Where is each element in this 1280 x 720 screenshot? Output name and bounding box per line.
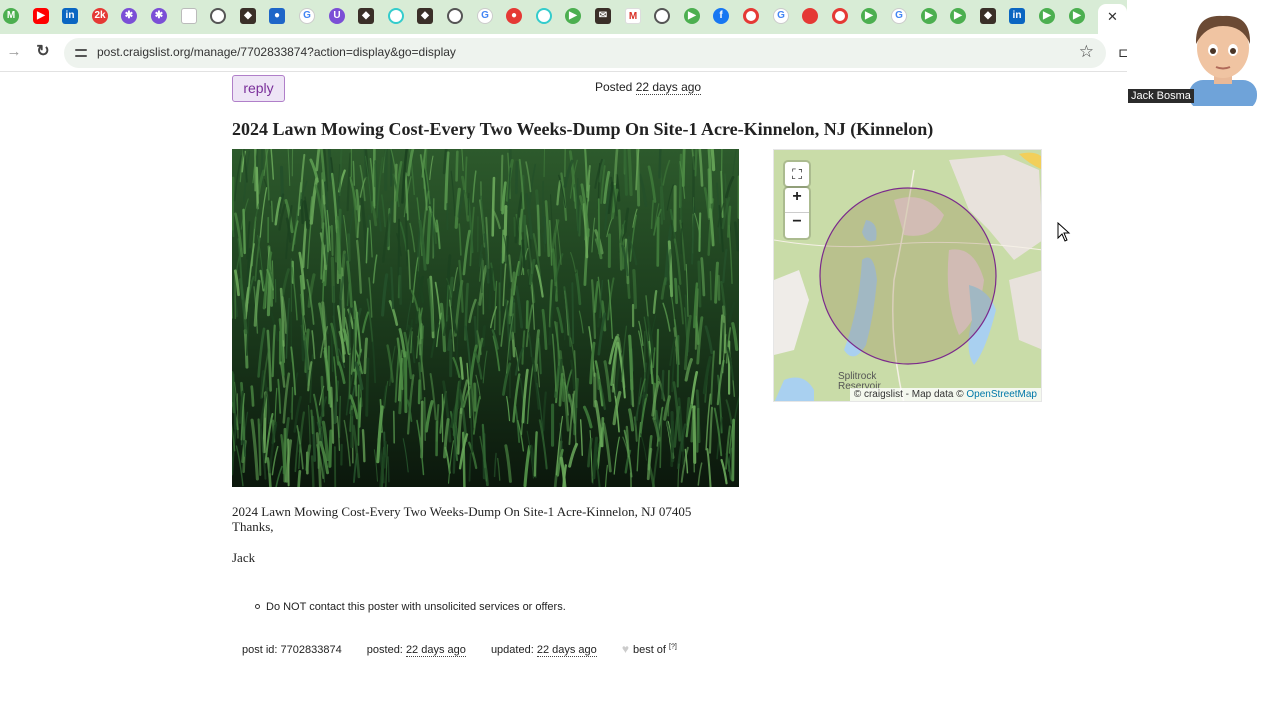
- address-bar[interactable]: post.craigslist.org/manage/7702833874?ac…: [64, 38, 1106, 68]
- dark-app-icon[interactable]: ◆: [980, 8, 996, 24]
- notices-list: Do NOT contact this poster with unsolici…: [255, 601, 566, 613]
- updated-value: 22 days ago: [536, 644, 597, 657]
- teal-icon[interactable]: [536, 8, 552, 24]
- fullscreen-icon[interactable]: ⛶: [785, 162, 809, 186]
- mouse-cursor-icon: [1057, 222, 1071, 242]
- active-tab[interactable]: ✕: [1098, 4, 1127, 34]
- attribution-text: © craigslist - Map data ©: [853, 389, 964, 400]
- webcam-overlay: Jack Bosma: [1127, 0, 1280, 106]
- linkedin-icon[interactable]: in: [1009, 8, 1025, 24]
- forward-arrow-icon[interactable]: →: [4, 42, 24, 62]
- reddit-icon[interactable]: ●: [506, 8, 522, 24]
- best-of-label: best of: [632, 644, 666, 656]
- mail-icon[interactable]: ✉: [595, 8, 611, 24]
- record-icon[interactable]: [832, 8, 848, 24]
- notice-text: Do NOT contact this poster with unsolici…: [266, 601, 566, 613]
- map-zoom-control: + −: [785, 188, 809, 238]
- body-line: 2024 Lawn Mowing Cost-Every Two Weeks-Du…: [232, 504, 692, 519]
- body-line: Thanks,: [232, 519, 274, 534]
- zoom-in-button[interactable]: +: [785, 188, 809, 213]
- posted-info: posted: 22 days ago: [366, 644, 469, 657]
- purple-gear-icon[interactable]: ✱: [121, 8, 137, 24]
- facebook-icon[interactable]: f: [713, 8, 729, 24]
- best-of-link[interactable]: ♥ best of [?]: [621, 642, 677, 656]
- play-icon[interactable]: ▶: [921, 8, 937, 24]
- browser-toolbar: → ↻ post.craigslist.org/manage/770283387…: [0, 34, 1127, 72]
- red-dot-icon[interactable]: [802, 8, 818, 24]
- google-icon[interactable]: G: [891, 8, 907, 24]
- posting-signature: Jack: [232, 550, 256, 565]
- youtube-icon[interactable]: ▶: [33, 8, 49, 24]
- posting-body: 2024 Lawn Mowing Cost-Every Two Weeks-Du…: [232, 504, 691, 534]
- purple-gear-icon[interactable]: ✱: [151, 8, 167, 24]
- avatar: [1189, 15, 1257, 106]
- dark-app-icon[interactable]: ◆: [240, 8, 256, 24]
- bookmark-star-icon[interactable]: ☆: [1079, 42, 1094, 62]
- posted-date: Posted 22 days ago: [595, 80, 702, 95]
- posted-label: posted:: [366, 644, 403, 656]
- grass-photo[interactable]: [232, 149, 739, 487]
- teal-icon[interactable]: [388, 8, 404, 24]
- updated-label: updated:: [490, 644, 534, 656]
- dark-app-icon[interactable]: ◆: [358, 8, 374, 24]
- openai-icon[interactable]: [210, 8, 226, 24]
- post-id: post id: 7702833874: [242, 644, 345, 656]
- google-icon[interactable]: G: [299, 8, 315, 24]
- gmail-icon[interactable]: M: [625, 8, 641, 24]
- play-icon[interactable]: ▶: [684, 8, 700, 24]
- zoom-out-button[interactable]: −: [785, 213, 809, 238]
- posting-title: 2024 Lawn Mowing Cost-Every Two Weeks-Du…: [232, 119, 934, 139]
- post-id-value: 7702833874: [280, 644, 342, 656]
- google-icon[interactable]: G: [477, 8, 493, 24]
- post-info: post id: 7702833874 posted: 22 days ago …: [242, 642, 677, 657]
- play-icon[interactable]: ▶: [950, 8, 966, 24]
- google-icon[interactable]: G: [773, 8, 789, 24]
- globe-icon[interactable]: ◍: [654, 8, 670, 24]
- grass-photo-image: [232, 149, 739, 487]
- posted-value: 22 days ago: [405, 644, 466, 657]
- webcam-name-label: Jack Bosma: [1128, 89, 1194, 103]
- posted-ago: 22 days ago: [635, 80, 702, 95]
- heart-icon: ♥: [621, 642, 629, 656]
- play-icon[interactable]: ▶: [1069, 8, 1085, 24]
- map-tiles: [774, 150, 1041, 401]
- news-icon[interactable]: 2k: [92, 8, 108, 24]
- tab-close-icon[interactable]: ✕: [1107, 9, 1118, 24]
- blank-page-icon[interactable]: [181, 8, 197, 24]
- reply-button[interactable]: reply: [232, 75, 285, 102]
- updated-info: updated: 22 days ago: [490, 644, 600, 657]
- openai-icon[interactable]: [447, 8, 463, 24]
- best-of-help-link[interactable]: [?]: [669, 643, 677, 650]
- blue-circle-icon[interactable]: ●: [269, 8, 285, 24]
- openstreetmap-link[interactable]: OpenStreetMap: [966, 389, 1037, 400]
- site-info-icon[interactable]: [74, 45, 90, 61]
- linkedin-icon[interactable]: in: [62, 8, 78, 24]
- play-icon[interactable]: ▶: [565, 8, 581, 24]
- play-icon[interactable]: ▶: [861, 8, 877, 24]
- medium-icon[interactable]: M: [3, 8, 19, 24]
- location-map[interactable]: Splitrock Reservoir ⛶ + − © craigslist -…: [773, 149, 1042, 402]
- tab-strip: M ▶ in 2k ✱ ✱ ◆ ● G U ◆ ◆ G ● ▶ ✉ M ◍ ▶ f G ▶ G ▶ ▶ ◆ in ▶ ▶: [0, 0, 1127, 34]
- play-icon[interactable]: ▶: [1039, 8, 1055, 24]
- tor-icon[interactable]: U: [329, 8, 345, 24]
- post-id-label: post id:: [242, 644, 278, 656]
- dark-app-icon[interactable]: ◆: [417, 8, 433, 24]
- record-icon[interactable]: [743, 8, 759, 24]
- notice-item: Do NOT contact this poster with unsolici…: [255, 601, 566, 613]
- url-text[interactable]: post.craigslist.org/manage/7702833874?ac…: [97, 45, 456, 59]
- posted-prefix: Posted: [595, 80, 633, 94]
- map-attribution: © craigslist - Map data © OpenStreetMap: [849, 388, 1041, 401]
- bullet-icon: [255, 604, 260, 609]
- reload-icon[interactable]: ↻: [33, 42, 53, 62]
